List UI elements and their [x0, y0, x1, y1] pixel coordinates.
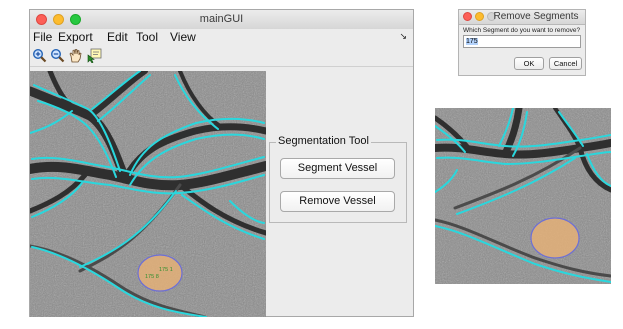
- segment-label-upper: 175 1: [159, 267, 173, 273]
- dialog-close-button[interactable]: [463, 12, 472, 21]
- ok-button[interactable]: OK: [514, 57, 544, 70]
- dialog-title: Remove Segments: [493, 11, 579, 22]
- menu-file[interactable]: File: [33, 29, 52, 46]
- segmentation-tool-panel: Segmentation Tool Segment Vessel Remove …: [269, 135, 407, 223]
- segment-number-value: 175: [466, 38, 478, 45]
- dialog-prompt: Which Segment do you want to remove?: [463, 27, 581, 34]
- zoom-out-icon[interactable]: [50, 48, 65, 63]
- preview-vessel-image: [435, 108, 611, 284]
- figure-toolbar: [30, 46, 413, 67]
- menu-edit[interactable]: Edit: [107, 29, 128, 46]
- segment-label-lower: 175 8: [145, 274, 159, 280]
- menu-expand-arrow-icon[interactable]: ↘: [399, 31, 407, 42]
- figure-content: 175 1 175 8 Segmentation Tool Segment Ve…: [30, 67, 413, 317]
- dialog-minimize-button[interactable]: [475, 12, 484, 21]
- menu-tool[interactable]: Tool: [136, 29, 158, 46]
- menu-bar: File Export Edit Tool View ↘: [30, 29, 413, 46]
- remove-vessel-button[interactable]: Remove Vessel: [280, 191, 395, 212]
- menu-export[interactable]: Export: [58, 29, 93, 46]
- remove-segments-dialog: Remove Segments Which Segment do you wan…: [458, 9, 586, 76]
- main-window: mainGUI File Export Edit Tool View ↘ 175…: [29, 9, 414, 317]
- cancel-button[interactable]: Cancel: [549, 57, 582, 70]
- pan-hand-icon[interactable]: [68, 48, 83, 63]
- segment-number-input[interactable]: 175: [463, 35, 581, 48]
- menu-view[interactable]: View: [170, 29, 196, 46]
- dialog-titlebar: Remove Segments: [459, 10, 585, 25]
- main-vessel-image[interactable]: 175 1 175 8: [30, 71, 266, 317]
- data-cursor-icon[interactable]: [87, 48, 102, 63]
- segment-vessel-button[interactable]: Segment Vessel: [280, 158, 395, 179]
- panel-legend: Segmentation Tool: [276, 135, 371, 147]
- window-title: mainGUI: [199, 13, 244, 25]
- zoom-in-icon[interactable]: [32, 48, 47, 63]
- main-titlebar: mainGUI: [30, 10, 413, 30]
